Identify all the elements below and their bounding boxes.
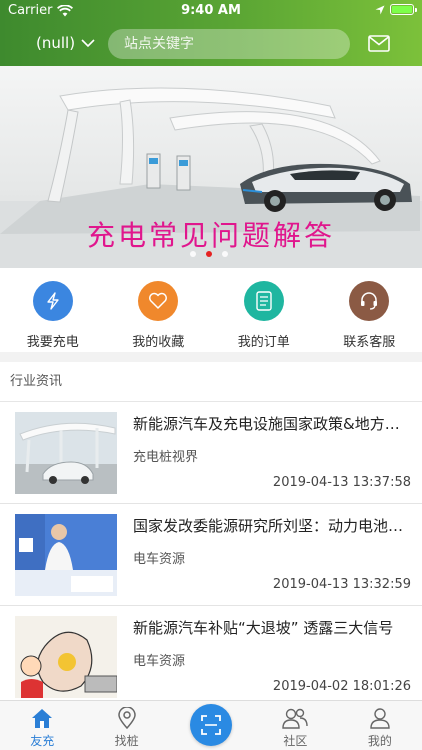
news-section: 行业资讯 新能源汽车及充电设施国家政策&地方政策 充电桩视界 2019-04-1… bbox=[0, 362, 422, 700]
carousel-dot-active[interactable] bbox=[206, 251, 212, 257]
quick-action-orders[interactable]: 我的订单 bbox=[211, 268, 317, 352]
home-icon bbox=[32, 709, 53, 728]
status-bar: Carrier 9:40 AM bbox=[0, 0, 422, 22]
article-source: 电车资源 bbox=[133, 654, 186, 669]
article-title: 新能源汽车及充电设施国家政策&地方政策 bbox=[133, 415, 413, 433]
quick-action-charge[interactable]: 我要充电 bbox=[0, 268, 106, 352]
clock: 9:40 AM bbox=[181, 3, 241, 18]
article-thumbnail bbox=[15, 412, 117, 494]
promo-banner[interactable]: 充电常见问题解答 bbox=[0, 66, 422, 268]
tab-scan[interactable] bbox=[169, 701, 253, 750]
heart-icon bbox=[138, 281, 179, 321]
user-icon bbox=[370, 708, 390, 729]
carousel-dot[interactable] bbox=[190, 251, 196, 257]
quick-action-label: 我要充电 bbox=[26, 335, 79, 350]
city-selector[interactable]: (null) bbox=[36, 34, 95, 52]
chevron-down-icon bbox=[81, 38, 95, 47]
search-bar[interactable] bbox=[108, 29, 350, 59]
carousel-dot[interactable] bbox=[222, 251, 228, 257]
quick-action-support[interactable]: 联系客服 bbox=[317, 268, 422, 352]
news-article[interactable]: 新能源汽车及充电设施国家政策&地方政策 充电桩视界 2019-04-13 13:… bbox=[0, 402, 422, 504]
article-title: 新能源汽车补贴“大退坡” 透露三大信号 bbox=[133, 619, 394, 637]
mail-icon[interactable] bbox=[368, 35, 390, 52]
tab-home[interactable]: 友充 bbox=[0, 701, 84, 750]
quick-action-label: 我的订单 bbox=[237, 335, 290, 350]
carousel-indicator bbox=[190, 251, 228, 257]
banner-caption: 充电常见问题解答 bbox=[86, 219, 335, 252]
quick-actions: 我要充电 我的收藏 我的订单 联系客服 bbox=[0, 268, 422, 352]
article-time: 2019-04-02 18:01:26 bbox=[272, 679, 411, 694]
tab-label: 我的 bbox=[367, 734, 392, 748]
document-icon bbox=[243, 281, 284, 321]
article-thumbnail bbox=[15, 616, 117, 698]
quick-action-label: 我的收藏 bbox=[132, 335, 185, 350]
quick-action-favorites[interactable]: 我的收藏 bbox=[106, 268, 212, 352]
article-time: 2019-04-13 13:37:58 bbox=[272, 475, 411, 490]
location-arrow-icon bbox=[375, 5, 385, 14]
lightning-icon bbox=[32, 281, 73, 321]
battery-icon bbox=[390, 4, 417, 15]
headset-icon bbox=[349, 281, 390, 321]
search-input[interactable] bbox=[124, 36, 324, 52]
app-header: Carrier 9:40 AM (null) bbox=[0, 0, 422, 66]
tab-community[interactable]: 社区 bbox=[253, 701, 337, 750]
tab-label: 找桩 bbox=[114, 734, 139, 748]
article-source: 电车资源 bbox=[133, 552, 186, 567]
status-right bbox=[375, 4, 417, 15]
scan-button[interactable] bbox=[190, 704, 233, 746]
article-thumbnail bbox=[15, 514, 117, 596]
tab-bar: 友充 找桩 社区 我的 bbox=[0, 700, 422, 750]
location-pin-icon bbox=[117, 707, 136, 729]
tab-label: 友充 bbox=[30, 734, 55, 748]
city-label: (null) bbox=[36, 34, 76, 52]
tab-profile[interactable]: 我的 bbox=[338, 701, 422, 750]
community-icon bbox=[282, 708, 309, 729]
article-time: 2019-04-13 13:32:59 bbox=[272, 577, 411, 592]
article-source: 充电桩视界 bbox=[133, 450, 199, 465]
article-title: 国家发改委能源研究所刘坚：动力电池储能 bbox=[133, 517, 413, 535]
quick-action-label: 联系客服 bbox=[343, 335, 396, 350]
news-section-title: 行业资讯 bbox=[0, 362, 422, 402]
news-article[interactable]: 国家发改委能源研究所刘坚：动力电池储能 电车资源 2019-04-13 13:3… bbox=[0, 504, 422, 606]
tab-find-station[interactable]: 找桩 bbox=[84, 701, 168, 750]
news-article[interactable]: 新能源汽车补贴“大退坡” 透露三大信号 电车资源 2019-04-02 18:0… bbox=[0, 606, 422, 700]
scan-icon bbox=[201, 715, 221, 735]
tab-label: 社区 bbox=[283, 734, 308, 748]
